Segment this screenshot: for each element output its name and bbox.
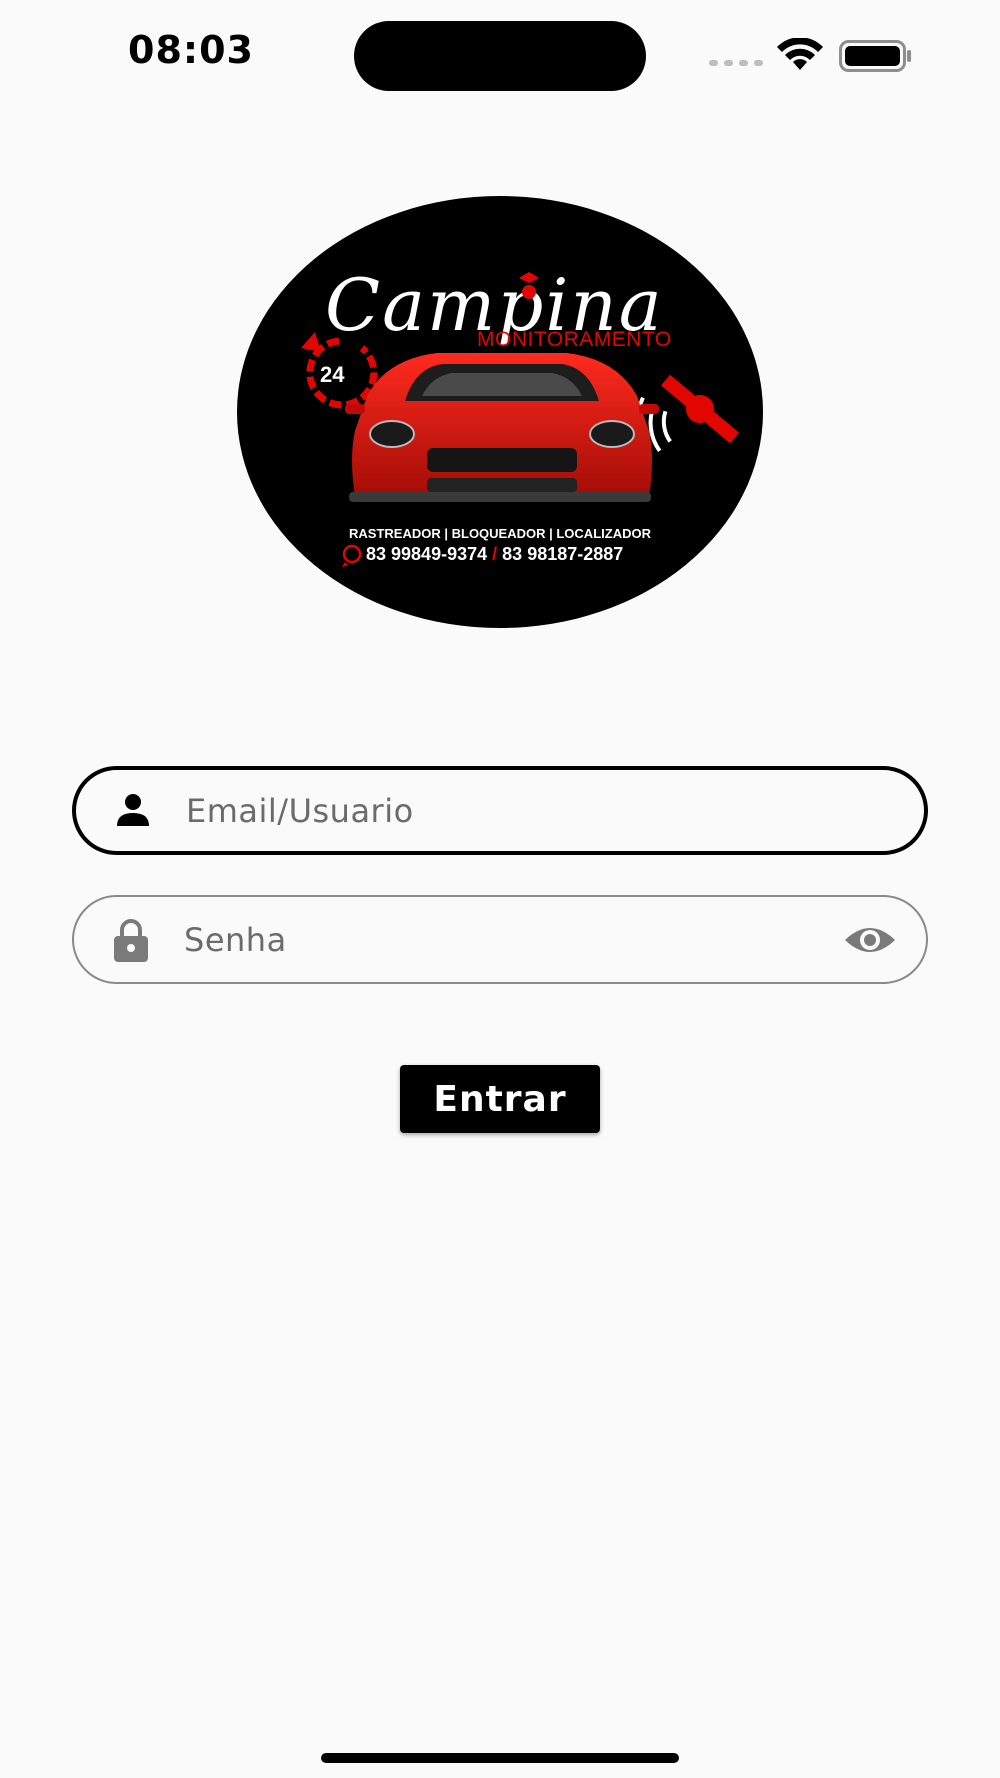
car-image <box>345 353 659 502</box>
logo-phone-separator: / <box>492 544 497 564</box>
lock-icon <box>114 918 148 962</box>
password-input[interactable] <box>184 897 826 982</box>
status-time: 08:03 <box>128 28 254 72</box>
logo-phone-2: 83 98187-2887 <box>502 544 623 564</box>
email-field[interactable] <box>72 766 928 855</box>
logo-badge-number: 24 <box>320 362 345 387</box>
logo-phone-1: 83 99849-9374 <box>366 544 487 564</box>
logo-brand-subtitle: MONITORAMENTO <box>477 328 672 351</box>
email-input[interactable] <box>186 770 824 851</box>
person-icon <box>117 793 149 826</box>
password-field[interactable] <box>72 895 928 984</box>
wifi-icon <box>777 38 823 70</box>
login-button[interactable]: Entrar <box>400 1065 600 1133</box>
brand-logo: Campina MONITORAMENTO 24 RASTREADOR | BL… <box>237 196 763 628</box>
svg-text:83 99849-9374 / 83: 83 99849-9374 / 83 98187-2887 <box>366 544 623 564</box>
logo-services: RASTREADOR | BLOQUEADOR | LOCALIZADOR <box>349 526 652 541</box>
battery-icon <box>839 40 911 72</box>
eye-icon[interactable] <box>842 920 898 960</box>
cellular-signal-icon <box>709 60 763 66</box>
dynamic-island <box>354 21 646 91</box>
home-indicator[interactable] <box>321 1753 679 1763</box>
